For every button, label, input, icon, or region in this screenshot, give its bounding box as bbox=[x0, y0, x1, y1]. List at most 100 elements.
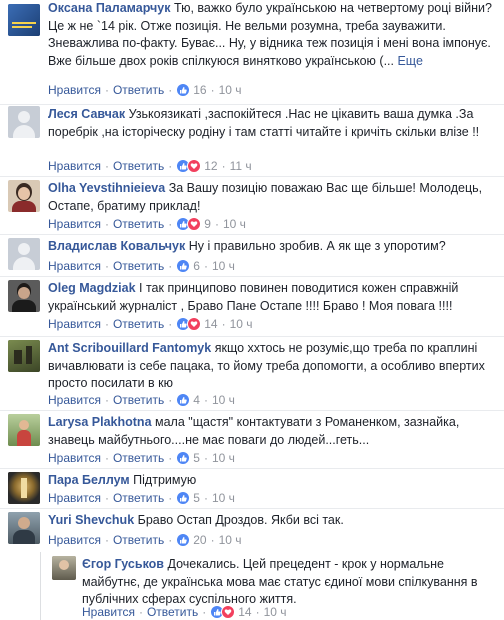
like-reaction-icon bbox=[176, 533, 191, 547]
divider bbox=[0, 336, 504, 337]
comment-author[interactable]: Владислав Ковальчук bbox=[48, 239, 185, 253]
comment: Леся Савчак Узькоязикаті ,заспокійтеся .… bbox=[0, 106, 504, 178]
like-reaction-icon bbox=[176, 491, 191, 505]
reactions[interactable] bbox=[176, 317, 202, 331]
like-link[interactable]: Нравится bbox=[48, 158, 101, 174]
reactions[interactable] bbox=[176, 533, 191, 547]
reactions[interactable] bbox=[176, 393, 191, 407]
comment-text: Ну і правильно зробив. А як ще з упороти… bbox=[188, 239, 446, 253]
reply-link[interactable]: Ответить bbox=[113, 490, 164, 506]
reply-link[interactable]: Ответить bbox=[113, 450, 164, 466]
timestamp[interactable]: 10 ч bbox=[230, 316, 253, 332]
timestamp[interactable]: 10 ч bbox=[223, 216, 246, 232]
timestamp[interactable]: 10 ч bbox=[212, 258, 235, 274]
reply-link[interactable]: Ответить bbox=[113, 216, 164, 232]
love-reaction-icon bbox=[187, 317, 202, 331]
timestamp[interactable]: 10 ч bbox=[264, 604, 287, 620]
timestamp[interactable]: 10 ч bbox=[219, 532, 242, 548]
reply-link[interactable]: Ответить bbox=[113, 316, 164, 332]
like-link[interactable]: Нравится bbox=[48, 532, 101, 548]
like-link[interactable]: Нравится bbox=[48, 490, 101, 506]
love-reaction-icon bbox=[187, 217, 202, 231]
like-link[interactable]: Нравится bbox=[48, 316, 101, 332]
like-reaction-icon bbox=[176, 393, 191, 407]
comment-text: Браво Остап Дроздов. Якби всі так. bbox=[137, 513, 344, 527]
comment: Olha Yevstihnieieva За Вашу позицію пова… bbox=[0, 180, 504, 236]
like-link[interactable]: Нравится bbox=[82, 604, 135, 620]
comment-author[interactable]: Оксана Паламарчук bbox=[48, 1, 171, 15]
reply-link[interactable]: Ответить bbox=[147, 604, 198, 620]
avatar[interactable] bbox=[8, 512, 40, 544]
reactions[interactable] bbox=[176, 159, 202, 173]
like-link[interactable]: Нравится bbox=[48, 258, 101, 274]
comment: Пара Беллум Підтримую Нравится · Ответит… bbox=[0, 472, 504, 510]
comment-author[interactable]: Larysa Plakhotna bbox=[48, 415, 152, 429]
reaction-count[interactable]: 4 bbox=[193, 392, 200, 408]
divider bbox=[0, 104, 504, 105]
reaction-count[interactable]: 6 bbox=[193, 258, 200, 274]
timestamp[interactable]: 10 ч bbox=[212, 392, 235, 408]
divider bbox=[0, 410, 504, 411]
like-link[interactable]: Нравится bbox=[48, 82, 101, 98]
reply-link[interactable]: Ответить bbox=[113, 82, 164, 98]
avatar[interactable] bbox=[8, 280, 40, 312]
timestamp[interactable]: 10 ч bbox=[212, 450, 235, 466]
comment: Владислав Ковальчук Ну і правильно зроби… bbox=[0, 238, 504, 278]
avatar[interactable] bbox=[8, 340, 40, 372]
comment: Yuri Shevchuk Браво Остап Дроздов. Якби … bbox=[0, 512, 504, 552]
love-reaction-icon bbox=[221, 605, 236, 619]
reactions[interactable] bbox=[176, 217, 202, 231]
avatar[interactable] bbox=[8, 4, 40, 36]
reaction-count[interactable]: 16 bbox=[193, 82, 206, 98]
timestamp[interactable]: 11 ч bbox=[230, 158, 252, 174]
reaction-count[interactable]: 5 bbox=[193, 450, 200, 466]
like-reaction-icon bbox=[176, 83, 191, 97]
avatar[interactable] bbox=[52, 556, 76, 580]
avatar[interactable] bbox=[8, 106, 40, 138]
comment-author[interactable]: Леся Савчак bbox=[48, 107, 125, 121]
reactions[interactable] bbox=[176, 491, 191, 505]
reply-link[interactable]: Ответить bbox=[113, 532, 164, 548]
reaction-count[interactable]: 5 bbox=[193, 490, 200, 506]
comment-author[interactable]: Oleg Magdziak bbox=[48, 281, 136, 295]
reaction-count[interactable]: 12 bbox=[204, 158, 217, 174]
reactions[interactable] bbox=[210, 605, 236, 619]
avatar[interactable] bbox=[8, 414, 40, 446]
reaction-count[interactable]: 9 bbox=[204, 216, 211, 232]
timestamp[interactable]: 10 ч bbox=[219, 82, 242, 98]
reaction-count[interactable]: 14 bbox=[204, 316, 217, 332]
reply-link[interactable]: Ответить bbox=[113, 158, 164, 174]
reaction-count[interactable]: 20 bbox=[193, 532, 206, 548]
avatar[interactable] bbox=[8, 238, 40, 270]
timestamp[interactable]: 10 ч bbox=[212, 490, 235, 506]
divider bbox=[0, 508, 504, 509]
avatar[interactable] bbox=[8, 180, 40, 212]
comment: Ant Scribouillard Fantomyk якщо ххтось н… bbox=[0, 340, 504, 412]
like-link[interactable]: Нравится bbox=[48, 216, 101, 232]
divider bbox=[0, 176, 504, 177]
divider bbox=[0, 276, 504, 277]
reply-link[interactable]: Ответить bbox=[113, 392, 164, 408]
like-link[interactable]: Нравится bbox=[48, 392, 101, 408]
like-link[interactable]: Нравится bbox=[48, 450, 101, 466]
comment-text: Підтримую bbox=[133, 473, 197, 487]
comment-author[interactable]: Єгор Гуськов bbox=[82, 557, 164, 571]
see-more-link[interactable]: Еще bbox=[397, 54, 422, 68]
comment-author[interactable]: Yuri Shevchuk bbox=[48, 513, 134, 527]
reactions[interactable] bbox=[176, 259, 191, 273]
like-reaction-icon bbox=[176, 451, 191, 465]
reply-link[interactable]: Ответить bbox=[113, 258, 164, 274]
love-reaction-icon bbox=[187, 159, 202, 173]
comment-author[interactable]: Ant Scribouillard Fantomyk bbox=[48, 341, 211, 355]
comment-author[interactable]: Пара Беллум bbox=[48, 473, 130, 487]
comment: Oleg Magdziak І так принципово повинен п… bbox=[0, 280, 504, 336]
divider bbox=[0, 468, 504, 469]
reaction-count[interactable]: 14 bbox=[238, 604, 251, 620]
reactions[interactable] bbox=[176, 451, 191, 465]
like-reaction-icon bbox=[176, 259, 191, 273]
reactions[interactable] bbox=[176, 83, 191, 97]
avatar[interactable] bbox=[8, 472, 40, 504]
comment-author[interactable]: Olha Yevstihnieieva bbox=[48, 181, 165, 195]
comment: Оксана Паламарчук Тю, важко було українс… bbox=[0, 0, 504, 100]
reply-comment: Єгор Гуськов Дочекались. Цей прецедент -… bbox=[0, 552, 504, 620]
